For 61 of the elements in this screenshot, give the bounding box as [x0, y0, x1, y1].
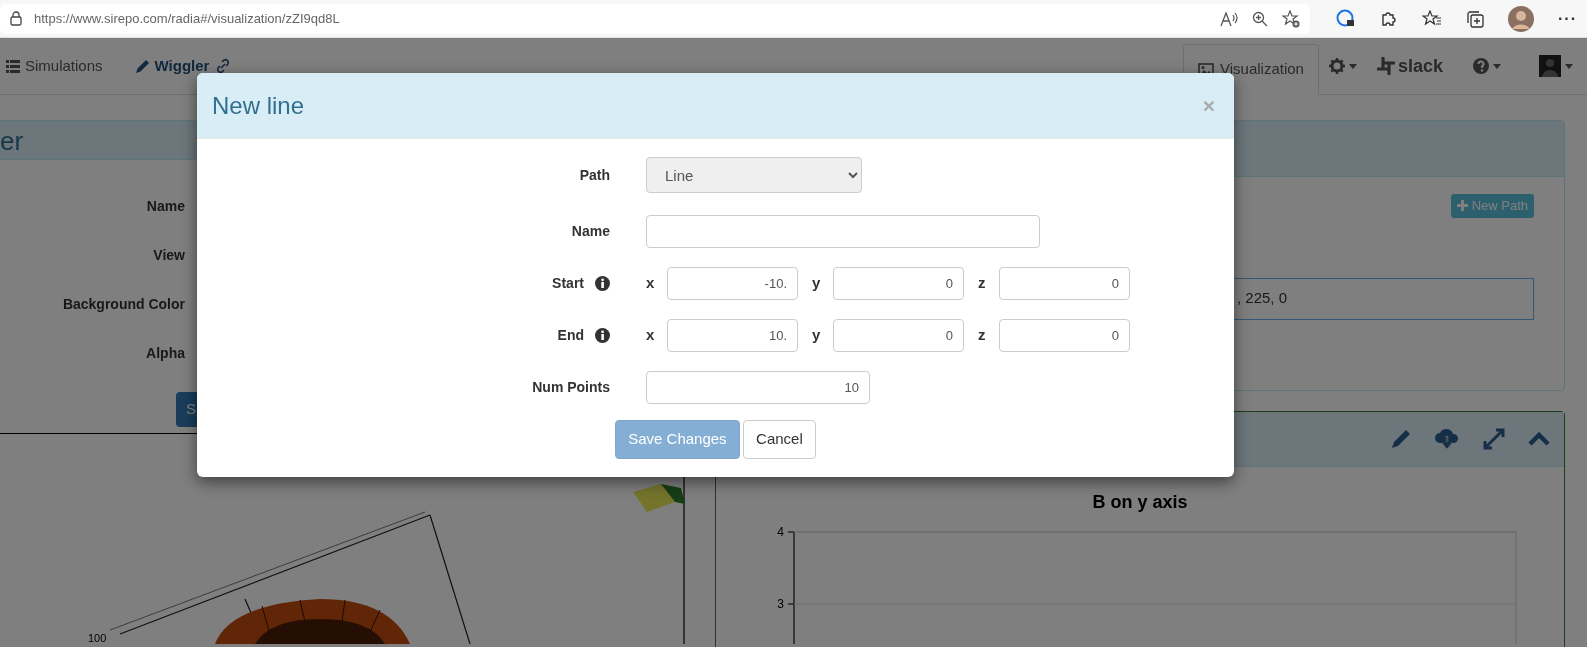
profile-avatar-icon[interactable]	[1508, 5, 1534, 32]
num-points-input[interactable]: 10	[646, 371, 870, 404]
field-label: Name	[571, 222, 610, 241]
path-select[interactable]: Line	[646, 157, 862, 193]
axis-label: z	[978, 325, 987, 346]
axis-tick-label: 100	[88, 631, 107, 646]
info-icon[interactable]	[595, 276, 610, 291]
lock-icon	[10, 11, 22, 26]
list-icon	[6, 59, 20, 73]
password-icon[interactable]	[1336, 8, 1356, 29]
coordinate-input[interactable]: 0	[833, 319, 964, 352]
collapse-icon[interactable]	[1528, 432, 1550, 446]
user-avatar-icon	[1539, 55, 1561, 77]
info-icon[interactable]	[595, 328, 610, 343]
gear-icon	[1328, 58, 1345, 74]
axis-label: z	[978, 273, 987, 294]
add-favorite-icon[interactable]	[1282, 9, 1300, 28]
chart-title: B on y axis	[1091, 491, 1189, 514]
axis-label: x	[646, 325, 656, 346]
simulation-name-link[interactable]: Wiggler	[134, 38, 210, 94]
field-label: Name	[145, 197, 185, 216]
simulations-link[interactable]: Simulations	[6, 38, 103, 94]
plus-icon	[1456, 200, 1468, 212]
coordinate-input[interactable]: 0	[999, 319, 1130, 352]
axis-tick-label: 3	[777, 597, 784, 611]
axis-label: y	[812, 325, 822, 346]
read-aloud-icon[interactable]	[1220, 10, 1238, 27]
help-icon	[1473, 58, 1489, 74]
more-menu[interactable]: ···	[1558, 6, 1577, 31]
name-input[interactable]	[646, 215, 1040, 248]
coordinate-input[interactable]: 0	[999, 267, 1130, 300]
axis-label: y	[812, 273, 822, 294]
cancel-button[interactable]: Cancel	[743, 420, 816, 459]
link-icon[interactable]	[215, 58, 232, 74]
pencil-icon	[134, 58, 150, 74]
field-label: Background Color	[61, 295, 185, 314]
favorites-icon[interactable]	[1422, 9, 1442, 28]
field-label: Num Points	[532, 378, 610, 397]
edit-icon[interactable]	[1390, 428, 1412, 450]
field-label: Path	[579, 165, 610, 185]
axis-tick-label: 4	[777, 525, 784, 539]
extensions-icon[interactable]	[1380, 9, 1398, 28]
dialog-title: New line	[212, 90, 305, 121]
caret-icon	[1348, 63, 1357, 69]
slack-logo-icon	[1376, 57, 1395, 75]
coordinate-input[interactable]: -10.	[667, 267, 798, 300]
field-label: Start	[552, 274, 584, 293]
field-label: End	[557, 326, 584, 345]
url-text[interactable]: https://www.sirepo.com/radia#/visualization/zZI9qd8L	[34, 8, 340, 29]
expand-icon[interactable]	[1482, 427, 1506, 451]
collections-icon[interactable]	[1466, 9, 1484, 28]
cloud-download-icon[interactable]	[1434, 427, 1460, 451]
slack-link[interactable]: slack	[1397, 52, 1443, 80]
field-label: View	[152, 246, 185, 265]
zoom-icon[interactable]	[1252, 10, 1268, 27]
caret-icon	[1493, 63, 1501, 69]
coordinate-input[interactable]: 0	[833, 267, 964, 300]
axis-label: x	[646, 273, 656, 294]
coordinate-input[interactable]: 10.	[667, 319, 798, 352]
field-label: Alpha	[145, 344, 185, 363]
caret-icon	[1565, 63, 1573, 69]
